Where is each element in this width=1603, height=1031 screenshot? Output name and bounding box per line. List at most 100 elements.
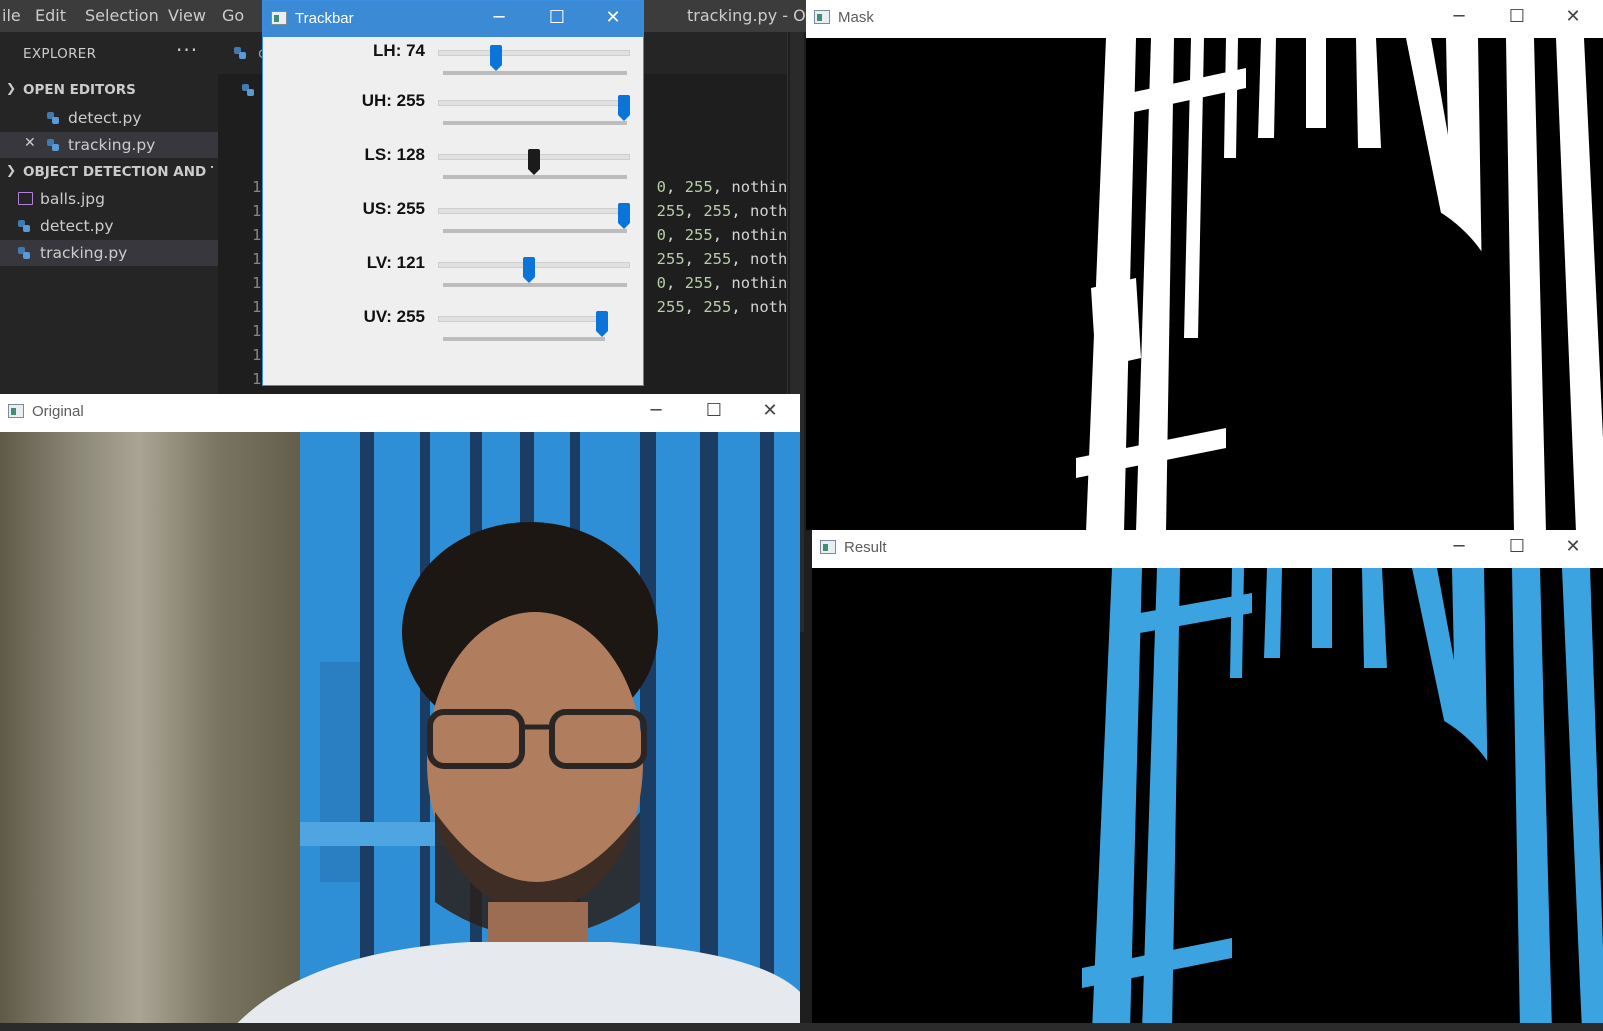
python-file-icon (47, 139, 59, 151)
slider-track[interactable] (438, 208, 630, 214)
line-number: 1 (252, 202, 262, 220)
file-item-detect[interactable]: detect.py (0, 213, 218, 239)
slider-base (443, 71, 627, 75)
trackbar-uh: UH: 255 (263, 91, 643, 143)
close-icon[interactable]: ✕ (1545, 530, 1601, 566)
code-line: , 0, 255, nothing (638, 274, 797, 292)
trackbar-uv: UV: 255 (263, 307, 643, 359)
result-image (812, 568, 1603, 1031)
file-label: tracking.py (40, 244, 128, 262)
mask-image-art (806, 38, 1603, 530)
app-icon (271, 11, 287, 25)
maximize-icon[interactable]: ☐ (1489, 0, 1545, 36)
menu-file[interactable]: ile (2, 6, 21, 25)
chevron-down-icon: ❯ (6, 81, 17, 95)
minimize-icon[interactable]: ─ (1431, 530, 1487, 566)
slider-base (443, 229, 627, 233)
slider-track[interactable] (438, 100, 630, 106)
menu-edit[interactable]: Edit (35, 6, 66, 25)
minimize-icon[interactable]: ─ (628, 394, 684, 430)
maximize-icon[interactable]: ☐ (686, 394, 742, 430)
maximize-icon[interactable]: ☐ (529, 1, 585, 37)
line-number: 1 (252, 178, 262, 196)
slider-track[interactable] (438, 316, 608, 322)
trackbar-label: LS: 128 (364, 145, 425, 164)
explorer-heading: EXPLORER (23, 46, 97, 62)
slider-base (443, 283, 627, 287)
file-label: balls.jpg (40, 190, 105, 208)
code-line: , 255, 255, nothi (638, 250, 797, 268)
result-title: Result (844, 539, 887, 556)
close-icon[interactable]: ✕ (742, 394, 798, 430)
python-file-icon (234, 47, 246, 59)
result-image-art (812, 568, 1603, 1031)
app-icon (8, 404, 24, 418)
slider-thumb[interactable] (618, 203, 630, 229)
close-icon[interactable]: ✕ (585, 1, 641, 37)
original-title: Original (32, 403, 84, 420)
code-line: , 0, 255, nothing (638, 226, 797, 244)
close-icon[interactable]: ✕ (1545, 0, 1601, 36)
python-file-icon (18, 220, 30, 232)
slider-base (443, 175, 627, 179)
file-item-balls[interactable]: balls.jpg (0, 186, 218, 212)
close-icon[interactable]: ✕ (24, 135, 36, 151)
open-editors-label: OPEN EDITORS (23, 82, 136, 98)
project-section[interactable]: ❯ OBJECT DETECTION AND T... (0, 160, 218, 186)
open-editor-tracking[interactable]: ✕ tracking.py (0, 132, 218, 158)
maximize-icon[interactable]: ☐ (1489, 530, 1545, 566)
mask-titlebar[interactable]: Mask ─ ☐ ✕ (806, 0, 1603, 36)
status-strip (0, 1023, 1603, 1031)
code-line: , 0, 255, nothing (638, 178, 797, 196)
result-window: Result ─ ☐ ✕ (812, 530, 1603, 1031)
trackbar-us: US: 255 (263, 199, 643, 251)
code-line: , 255, 255, nothi (638, 202, 797, 220)
image-file-icon (18, 192, 33, 205)
result-titlebar[interactable]: Result ─ ☐ ✕ (812, 530, 1603, 566)
menu-go[interactable]: Go (222, 6, 244, 25)
trackbar-lh: LH: 74 (263, 37, 643, 89)
open-editor-label: tracking.py (68, 136, 156, 154)
trackbar-label: LV: 121 (366, 253, 425, 272)
ellipsis-icon[interactable]: ··· (176, 38, 198, 62)
slider-thumb[interactable] (596, 311, 608, 337)
line-number: 1 (252, 298, 262, 316)
menu-selection[interactable]: Selection (85, 6, 159, 25)
line-number: 1 (252, 274, 262, 292)
slider-thumb[interactable] (490, 45, 503, 71)
slider-thumb[interactable] (523, 257, 536, 283)
mask-image (806, 38, 1603, 530)
slider-thumb[interactable] (618, 95, 630, 121)
trackbar-label: LH: 74 (373, 41, 425, 60)
trackbar-lv: LV: 121 (263, 253, 643, 305)
line-number: 1 (252, 346, 262, 364)
chevron-down-icon: ❯ (6, 163, 17, 177)
trackbar-ls: LS: 128 (263, 145, 643, 197)
python-file-icon (47, 112, 59, 124)
python-file-icon (242, 84, 254, 96)
minimize-icon[interactable]: ─ (471, 1, 527, 37)
original-window: Original ─ ☐ ✕ (0, 394, 800, 1031)
open-editor-label: detect.py (68, 109, 142, 127)
original-titlebar[interactable]: Original ─ ☐ ✕ (0, 394, 800, 430)
trackbar-titlebar[interactable]: Trackbar ─ ☐ ✕ (263, 1, 643, 37)
slider-thumb[interactable] (528, 149, 541, 175)
trackbar-label: UH: 255 (361, 91, 425, 110)
code-line: , 255, 255, nothi (638, 298, 797, 316)
file-item-tracking[interactable]: tracking.py (0, 240, 218, 266)
mask-title: Mask (838, 9, 874, 26)
project-label: OBJECT DETECTION AND T... (23, 164, 213, 180)
file-label: detect.py (40, 217, 114, 235)
line-number: 1 (252, 226, 262, 244)
line-number: 1 (252, 370, 262, 388)
slider-track[interactable] (438, 50, 630, 56)
menu-view[interactable]: View (168, 6, 206, 25)
app-icon (820, 540, 836, 554)
open-editors-section[interactable]: ❯ OPEN EDITORS (0, 78, 218, 104)
trackbar-panel: LH: 74 UH: 255 LS: 128 US: 255 LV: 121 U… (263, 37, 643, 385)
line-number: 1 (252, 322, 262, 340)
trackbar-label: UV: 255 (363, 307, 425, 326)
slider-base (443, 337, 605, 341)
minimize-icon[interactable]: ─ (1431, 0, 1487, 36)
open-editor-detect[interactable]: detect.py (0, 105, 218, 131)
